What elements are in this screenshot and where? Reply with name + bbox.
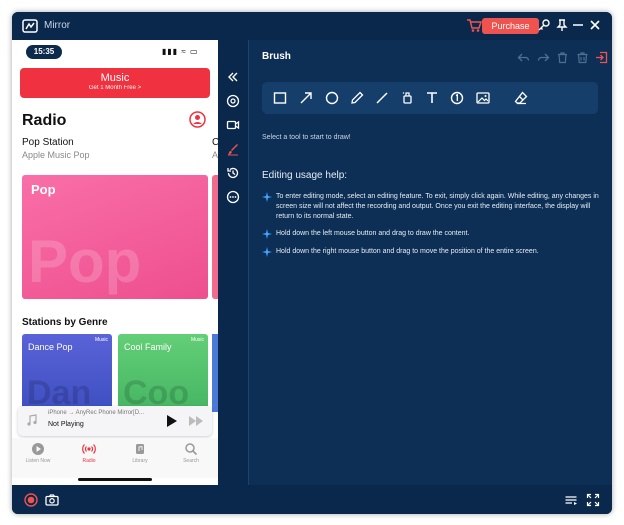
minimize-icon[interactable]: [571, 18, 585, 32]
eraser-tool-icon[interactable]: [513, 90, 529, 106]
mini-player-status: Not Playing: [48, 421, 84, 428]
app-window: Mirror Purchase 15:35 ▮▮▮ ≈ ▭ Music Get …: [12, 12, 612, 514]
search-icon: [185, 443, 198, 456]
pop-card-background-text: Pop: [28, 228, 142, 295]
cart-icon[interactable]: [466, 17, 482, 33]
tab-label: Search: [183, 458, 199, 464]
clear-all-icon[interactable]: [576, 51, 589, 64]
tab-library[interactable]: Library: [120, 442, 160, 464]
sparkle-icon: [262, 247, 272, 257]
undo-icon[interactable]: [517, 51, 530, 64]
tab-label: Listen Now: [25, 458, 51, 464]
profile-icon[interactable]: [189, 111, 206, 128]
pop-station-card[interactable]: Pop Pop: [22, 175, 208, 299]
arrow-tool-icon[interactable]: [298, 90, 314, 106]
tab-label: Library: [132, 458, 148, 464]
pen-tool-icon[interactable]: [349, 90, 365, 106]
image-tool-icon[interactable]: [475, 90, 491, 106]
settings-icon[interactable]: [226, 94, 240, 108]
purchase-button[interactable]: Purchase: [482, 18, 539, 34]
station-name[interactable]: Pop Station: [22, 137, 74, 148]
genre-title: Cool Family: [124, 342, 172, 352]
status-icons: ▮▮▮ ≈ ▭: [162, 47, 199, 56]
genre-badge: Music: [94, 337, 108, 343]
mini-player[interactable]: iPhone → AnyRec Phone Mirror[D... Not Pl…: [18, 406, 212, 436]
tool-hint: Select a tool to start to draw!: [262, 134, 351, 141]
genre-card-cool-family[interactable]: Music Cool Family Coo: [118, 334, 208, 412]
tab-label: Radio: [82, 458, 96, 464]
genre-title: Dance Pop: [28, 342, 73, 352]
phone-tab-bar: Listen Now Radio Library Search: [12, 438, 218, 478]
ellipse-tool-icon[interactable]: [324, 90, 340, 106]
line-tool-icon[interactable]: [374, 90, 390, 106]
rectangle-tool-icon[interactable]: [272, 90, 288, 106]
pop-card-title: Pop: [31, 182, 56, 197]
pin-icon[interactable]: [555, 18, 569, 32]
bottom-bar: [12, 485, 612, 514]
genre-badge: Music: [190, 337, 204, 343]
camera-snapshot-icon[interactable]: [45, 493, 59, 507]
page-title: Radio: [22, 112, 67, 129]
help-text: To enter editing mode, select an editing…: [276, 193, 599, 220]
help-text: Hold down the right mouse button and dra…: [276, 248, 539, 255]
mirror-logo-icon: [22, 19, 38, 33]
panel-title: Brush: [262, 51, 291, 62]
library-icon: [136, 444, 144, 454]
highlighter-tool-icon[interactable]: [399, 90, 415, 106]
home-indicator: [78, 478, 152, 481]
genre-heading: Stations by Genre: [22, 317, 108, 328]
station-subtitle: Apple Music Pop: [22, 150, 90, 160]
title-bar: Mirror Purchase: [12, 12, 612, 40]
recording-list-icon[interactable]: [564, 493, 578, 507]
collapse-icon[interactable]: [226, 70, 240, 84]
number-step-tool-icon[interactable]: [449, 90, 465, 106]
tab-listen-now[interactable]: Listen Now: [18, 442, 58, 464]
banner-title: Music: [100, 72, 130, 84]
genre-card-dance-pop[interactable]: Music Dance Pop Dan: [22, 334, 112, 412]
mirrored-phone-screen[interactable]: 15:35 ▮▮▮ ≈ ▭ Music Get 1 Month Free > R…: [12, 40, 218, 485]
history-icon[interactable]: [226, 166, 240, 180]
music-note-icon: [27, 414, 37, 426]
sparkle-icon: [262, 229, 272, 239]
record-icon[interactable]: [24, 493, 38, 507]
play-icon[interactable]: [166, 414, 178, 428]
side-toolbar: [218, 40, 248, 485]
text-tool-icon[interactable]: [424, 90, 440, 106]
banner-subtitle: Get 1 Month Free >: [88, 85, 142, 91]
apple-music-banner[interactable]: Music Get 1 Month Free >: [20, 68, 210, 98]
delete-icon[interactable]: [556, 51, 569, 64]
window-title: Mirror: [44, 20, 71, 31]
sparkle-icon: [262, 192, 272, 202]
redo-icon[interactable]: [537, 51, 550, 64]
fullscreen-icon[interactable]: [586, 493, 600, 507]
help-title: Editing usage help:: [262, 170, 348, 181]
brush-panel: Brush Select a tool to start to draw! Ed…: [249, 40, 612, 485]
mini-player-title: iPhone → AnyRec Phone Mirror[D...: [48, 410, 145, 416]
fast-forward-icon[interactable]: [188, 415, 204, 427]
status-time: 15:35: [26, 45, 62, 59]
tab-search[interactable]: Search: [171, 442, 211, 464]
drawing-toolbar: [262, 82, 598, 114]
tab-radio[interactable]: Radio: [69, 442, 109, 464]
radio-waves-icon: [82, 444, 96, 454]
help-text: Hold down the left mouse button and drag…: [276, 230, 470, 237]
close-icon[interactable]: [588, 18, 602, 32]
record-video-icon[interactable]: [226, 118, 240, 132]
brush-icon[interactable]: [226, 142, 240, 156]
exit-editing-icon[interactable]: [595, 51, 608, 64]
more-icon[interactable]: [226, 190, 240, 204]
key-icon[interactable]: [537, 18, 551, 32]
play-circle-icon: [32, 443, 44, 455]
